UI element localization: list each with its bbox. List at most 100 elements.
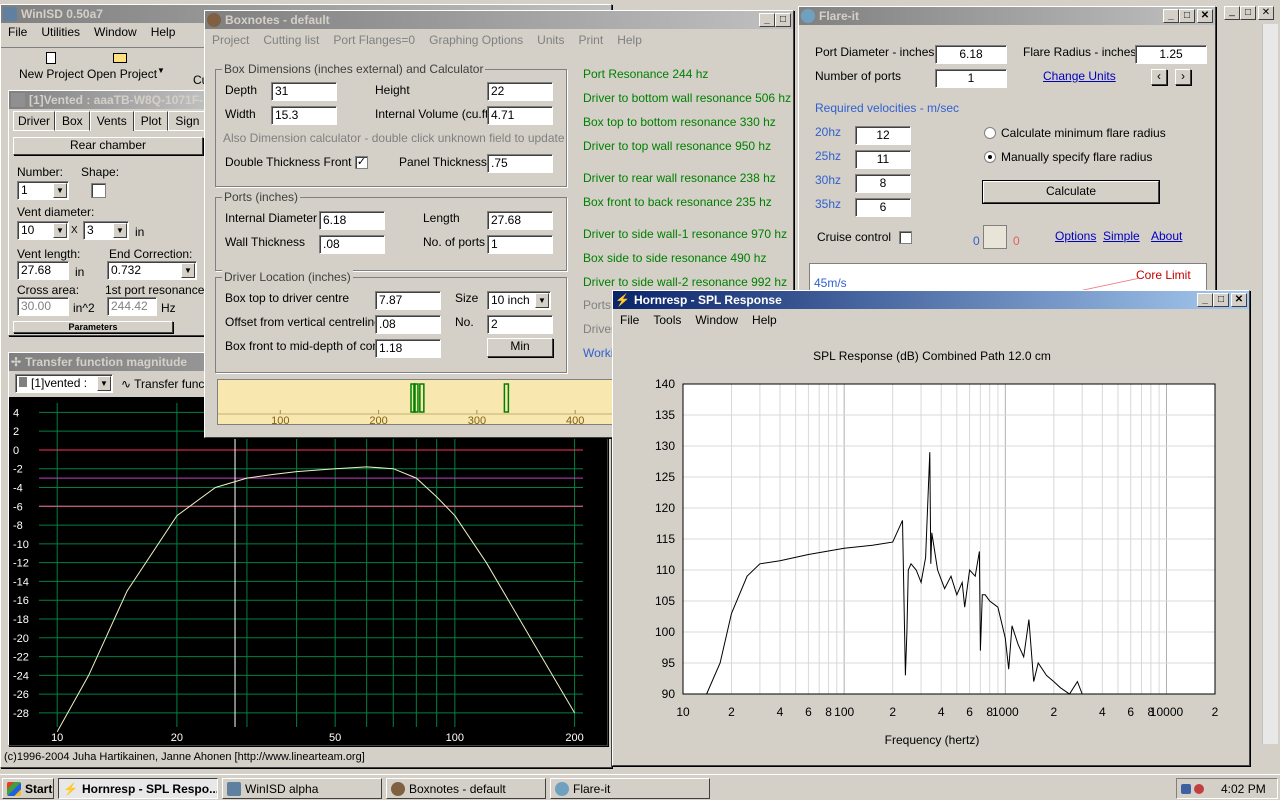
menu-help[interactable]: Help (745, 313, 784, 327)
y-tick-label: 90 (662, 687, 676, 701)
resonance-item: Driver to bottom wall resonance 506 hz (583, 91, 792, 105)
transfer-plot[interactable]: 420-2-4-6-8-10-12-14-16-18-20-22-24-26-2… (9, 397, 607, 745)
about-link[interactable]: About (1151, 229, 1182, 243)
menu-file[interactable]: File (1, 25, 34, 39)
vent-shape-box[interactable] (91, 183, 106, 198)
vent-diameter2-select[interactable]: 3 ▼ (83, 221, 129, 240)
boxnotes-titlebar[interactable]: Boxnotes - default _ □ (205, 11, 793, 29)
close-icon[interactable]: ✕ (1231, 293, 1247, 307)
driver-size-select[interactable]: 10 inch ▼ (487, 291, 551, 310)
start-button[interactable]: Start (2, 778, 54, 799)
menu-cutting-list[interactable]: Cutting list (256, 33, 326, 47)
parameters-button[interactable]: Parameters (13, 321, 173, 333)
right-scrollbar[interactable] (1262, 24, 1278, 744)
velocity-input[interactable]: 6 (855, 198, 911, 217)
open-dropdown-icon[interactable]: ▼ (157, 66, 165, 75)
velocity-input[interactable]: 8 (855, 174, 911, 193)
menu-print[interactable]: Print (572, 33, 611, 47)
change-units-link[interactable]: Change Units (1043, 69, 1116, 83)
maximize-icon[interactable]: □ (1240, 6, 1256, 20)
menu-window[interactable]: Window (688, 313, 745, 327)
spl-chart-title: SPL Response (dB) Combined Path 12.0 cm (813, 349, 1051, 363)
internal-diameter-label: Internal Diameter (225, 211, 318, 225)
network-icon[interactable] (1181, 783, 1191, 794)
box-top-to-driver-input[interactable]: 7.87 (375, 291, 441, 310)
prev-arrow-icon[interactable]: ‹ (1151, 69, 1167, 85)
port-diameter-input[interactable]: 6.18 (935, 45, 1007, 64)
tab-plot[interactable]: Plot (133, 111, 169, 131)
menu-tools[interactable]: Tools (646, 313, 688, 327)
clock[interactable]: 4:02 PM (1221, 782, 1266, 796)
menu-graphing-options[interactable]: Graphing Options (422, 33, 530, 47)
offset-label: Offset from vertical centreline (225, 315, 381, 329)
menu-project[interactable]: Project (205, 33, 256, 47)
simple-link[interactable]: Simple (1103, 229, 1140, 243)
project-titlebar[interactable]: [1]Vented : aaaTB-W8Q-1071F- (9, 91, 207, 109)
menu-utilities[interactable]: Utilities (34, 25, 87, 39)
tab-driver[interactable]: Driver (13, 111, 55, 131)
min-button[interactable]: Min (487, 338, 553, 357)
task-hornresp[interactable]: ⚡ Hornresp - SPL Respo... (58, 778, 218, 799)
task-boxnotes[interactable]: Boxnotes - default (386, 778, 546, 799)
velocity-input[interactable]: 12 (855, 126, 911, 145)
menu-port-flanges[interactable]: Port Flanges=0 (326, 33, 422, 47)
vent-length-input[interactable]: 27.68 (17, 261, 69, 280)
task-flareit[interactable]: Flare-it (550, 778, 710, 799)
open-project-button[interactable]: Open Project (87, 52, 157, 81)
transfer-project-select[interactable]: [1]vented : ▼ (15, 374, 113, 393)
box-front-input[interactable]: 1.18 (375, 339, 441, 358)
rear-chamber-button[interactable]: Rear chamber (13, 137, 203, 155)
tab-signal[interactable]: Sign (168, 111, 207, 131)
calculate-button[interactable]: Calculate (983, 181, 1159, 203)
manual-radius-radio[interactable] (984, 151, 996, 163)
maximize-icon[interactable]: □ (775, 13, 791, 27)
minimize-icon[interactable]: _ (1197, 293, 1213, 307)
close-icon[interactable]: ✕ (1197, 9, 1213, 23)
calc-min-radius-radio[interactable] (984, 127, 996, 139)
depth-input[interactable]: 31 (271, 82, 337, 101)
minimize-icon[interactable]: _ (759, 13, 775, 27)
wall-thickness-input[interactable]: .08 (319, 235, 385, 254)
diam-unit: in (135, 225, 145, 239)
length-input[interactable]: 27.68 (487, 211, 553, 230)
maximize-icon[interactable]: □ (1179, 9, 1195, 23)
spl-plot[interactable]: 140135130125120115110105100959010 2 4 6 8 100… (613, 371, 1249, 731)
menu-help[interactable]: Help (610, 33, 649, 47)
menu-file[interactable]: File (613, 313, 646, 327)
menu-window[interactable]: Window (87, 25, 144, 39)
minimize-icon[interactable]: _ (1163, 9, 1179, 23)
new-project-button[interactable]: New Project (19, 52, 84, 81)
internal-volume-input[interactable]: 4.71 (487, 106, 553, 125)
hornresp-titlebar[interactable]: ⚡ Hornresp - SPL Response _ □ ✕ (613, 291, 1249, 309)
panel-thickness-input[interactable]: .75 (487, 154, 553, 173)
menu-help[interactable]: Help (144, 25, 183, 39)
flare-radius-input[interactable]: 1.25 (1135, 45, 1207, 64)
menu-units[interactable]: Units (530, 33, 571, 47)
speaker-icon[interactable] (1194, 783, 1204, 794)
transfer-type-button[interactable]: ∿ Transfer func (121, 377, 204, 391)
resonance-item: Driver to side wall-2 resonance 992 hz (583, 275, 788, 289)
end-correction-select[interactable]: 0.732 ▼ (107, 261, 197, 280)
offset-input[interactable]: .08 (375, 315, 441, 334)
width-input[interactable]: 15.3 (271, 106, 337, 125)
end-correction-label: End Correction: (109, 247, 193, 261)
options-link[interactable]: Options (1055, 229, 1096, 243)
tab-box[interactable]: Box (55, 111, 90, 131)
double-thickness-checkbox[interactable]: ✓ (355, 156, 368, 169)
next-arrow-icon[interactable]: › (1175, 69, 1191, 85)
velocity-input[interactable]: 11 (855, 150, 911, 169)
task-winisd[interactable]: WinISD alpha (222, 778, 382, 799)
number-of-ports-input[interactable]: 1 (487, 235, 553, 254)
number-of-ports-input[interactable]: 1 (935, 69, 1007, 88)
flareit-titlebar[interactable]: Flare-it _ □ ✕ (799, 7, 1215, 25)
minimize-icon[interactable]: _ (1224, 6, 1240, 20)
cruise-control-checkbox[interactable] (899, 231, 912, 244)
vent-number-select[interactable]: 1 ▼ (17, 181, 69, 200)
tab-vents[interactable]: Vents (89, 111, 134, 131)
vent-diameter-select[interactable]: 10 ▼ (17, 221, 69, 240)
close-icon[interactable]: ✕ (1258, 6, 1274, 20)
internal-diameter-input[interactable]: 6.18 (319, 211, 385, 230)
maximize-icon[interactable]: □ (1213, 293, 1229, 307)
driver-count-input[interactable]: 2 (487, 315, 553, 334)
height-input[interactable]: 22 (487, 82, 553, 101)
